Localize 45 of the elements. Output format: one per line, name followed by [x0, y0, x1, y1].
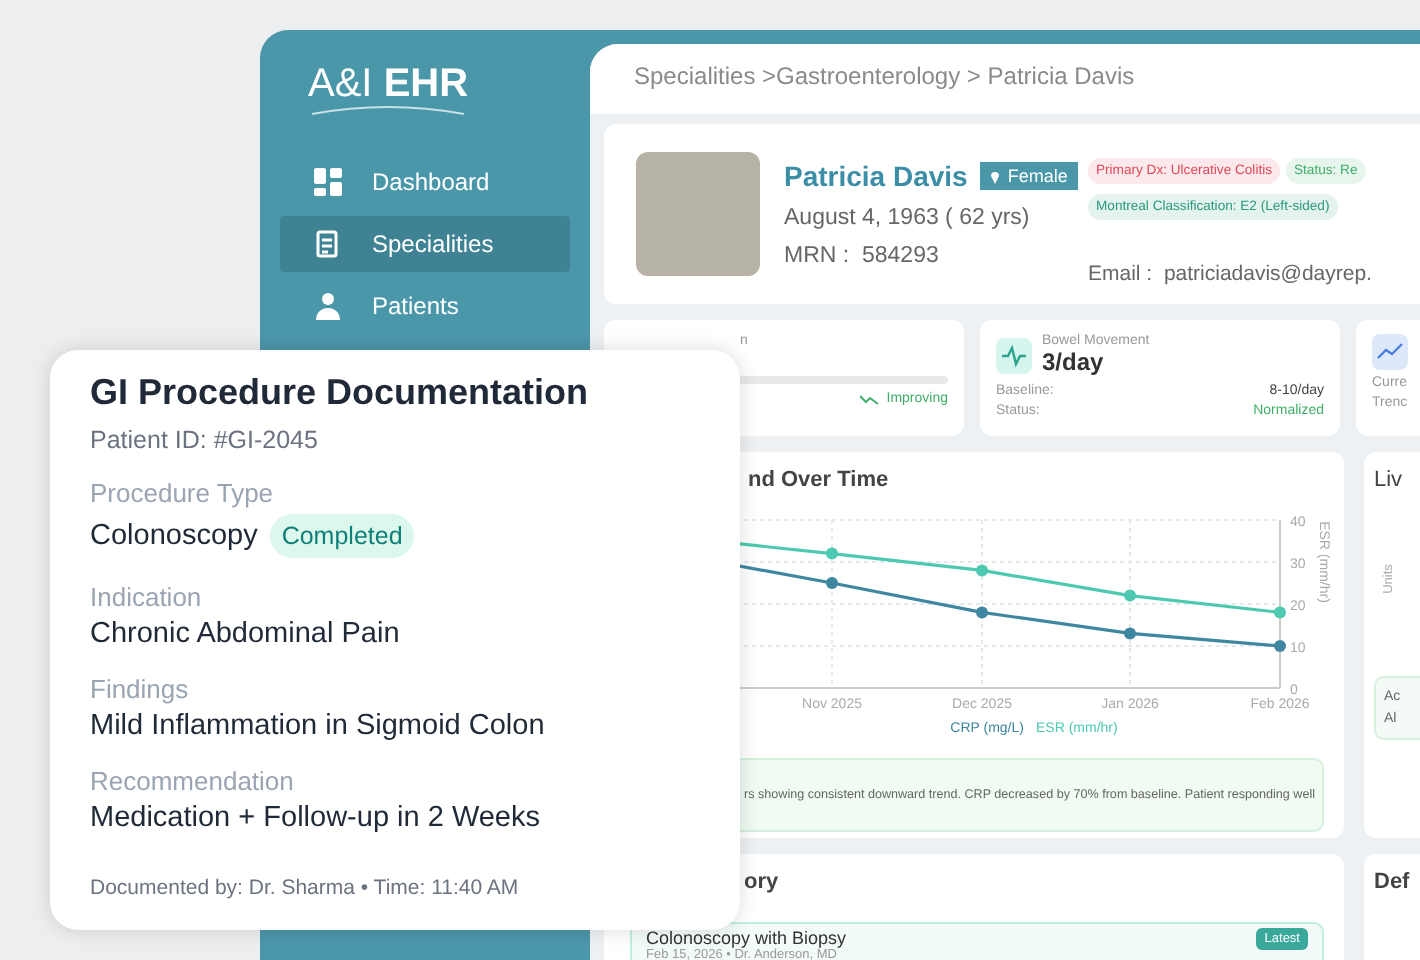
data-point	[1274, 640, 1286, 652]
data-point	[976, 606, 988, 619]
procedure-name: Colonoscopy with Biopsy	[646, 928, 847, 948]
data-point	[1124, 627, 1136, 640]
pulse-icon	[996, 337, 1032, 373]
trend-up-icon	[1372, 334, 1408, 370]
field-value: Colonoscopy	[90, 520, 258, 552]
field-value: Mild Inflammation in Sigmoid Colon	[90, 710, 545, 742]
field-value: Medication + Follow-up in 2 Weeks	[90, 802, 540, 834]
dashboard-icon	[312, 166, 344, 198]
patient-name: Patricia Davis	[784, 160, 968, 192]
data-point	[826, 577, 838, 589]
mrn-label: MRN :	[784, 244, 850, 268]
stat-value: 3/day	[1042, 348, 1106, 376]
data-point	[826, 547, 838, 560]
patient-id: Patient ID: #GI-2045	[90, 426, 320, 454]
breadcrumb: Specialities >Gastroenterology > Patricia Davis	[590, 44, 1420, 114]
gender-badge: Female	[979, 162, 1078, 190]
photo-placeholder	[636, 152, 760, 276]
sidebar-item[interactable]: Dashboard	[280, 154, 570, 210]
clipboard-icon	[312, 228, 344, 260]
trend-down-icon	[860, 393, 881, 405]
mrn-value: 584293	[861, 244, 939, 268]
chart-title: nd Over Time	[746, 466, 891, 496]
data-point	[1274, 606, 1286, 619]
card-title: GI Procedure Documentation	[90, 372, 591, 414]
field-label: Procedure Type	[90, 478, 276, 508]
app-logo: A&I EHR	[280, 62, 570, 154]
sidebar-item[interactable]: Specialities	[280, 216, 570, 272]
birth-date: August 4, 1963 ( 62 yrs)	[784, 206, 1032, 230]
field-label: Recommendation	[90, 766, 296, 796]
field-label: Findings	[90, 674, 191, 704]
person-icon	[312, 290, 344, 322]
history-title: ory	[742, 870, 781, 898]
panel-title: Def	[1374, 870, 1410, 894]
card-footer: Documented by: Dr. Sharma • Time: 11:40 AM	[90, 876, 700, 900]
field-label: Indication	[90, 582, 204, 612]
data-point	[976, 564, 988, 577]
panel-title: Liv	[1374, 468, 1405, 492]
email-label: Email :	[1088, 262, 1153, 286]
status-badge: Completed	[269, 514, 415, 558]
field-value: Chronic Abdominal Pain	[90, 618, 400, 650]
data-point	[1124, 589, 1136, 602]
sidebar-item[interactable]: Patients	[280, 278, 570, 334]
email-value: patriciadavis@dayrep.	[1163, 262, 1372, 286]
